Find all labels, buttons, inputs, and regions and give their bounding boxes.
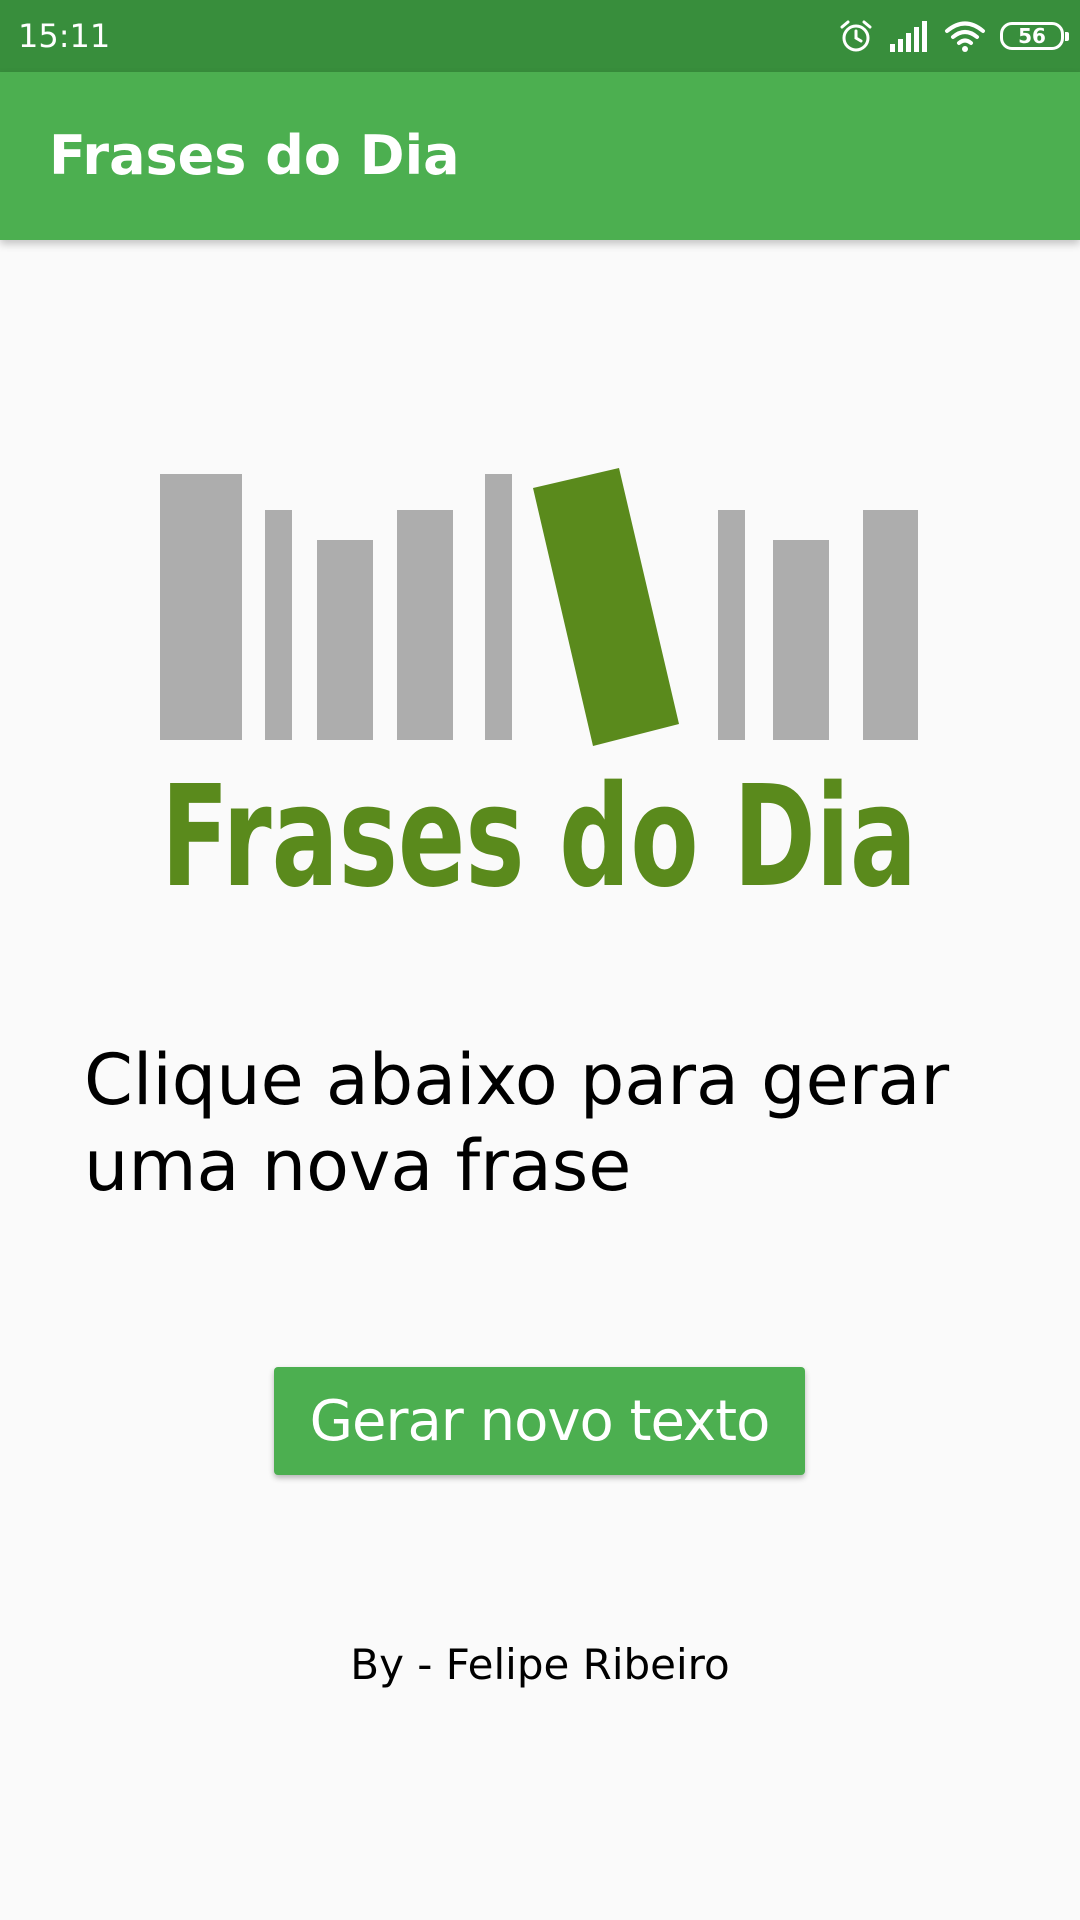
alarm-icon — [838, 18, 874, 54]
status-icons: 56 — [838, 14, 1069, 58]
frases-do-dia-logo: Frases do Dia — [158, 465, 920, 895]
generate-text-button-label: Gerar novo texto — [309, 1388, 771, 1454]
wifi-icon — [944, 19, 986, 53]
generate-text-button[interactable]: Gerar novo texto — [274, 1367, 805, 1475]
logo-books — [160, 474, 918, 740]
logo-text: Frases do Dia — [161, 756, 917, 895]
instruction-text: Clique abaixo para gerar uma nova frase — [84, 1039, 950, 1207]
app-bar: Frases do Dia — [0, 72, 1080, 240]
logo-tilted-book — [533, 468, 679, 746]
author-credit: By - Felipe Ribeiro — [350, 1640, 730, 1689]
app-title: Frases do Dia — [49, 124, 460, 187]
status-bar: 15:11 56 — [0, 0, 1080, 72]
status-time: 15:11 — [18, 17, 111, 55]
battery-level: 56 — [1018, 24, 1046, 48]
battery-icon: 56 — [1000, 22, 1069, 50]
signal-icon — [888, 20, 930, 52]
